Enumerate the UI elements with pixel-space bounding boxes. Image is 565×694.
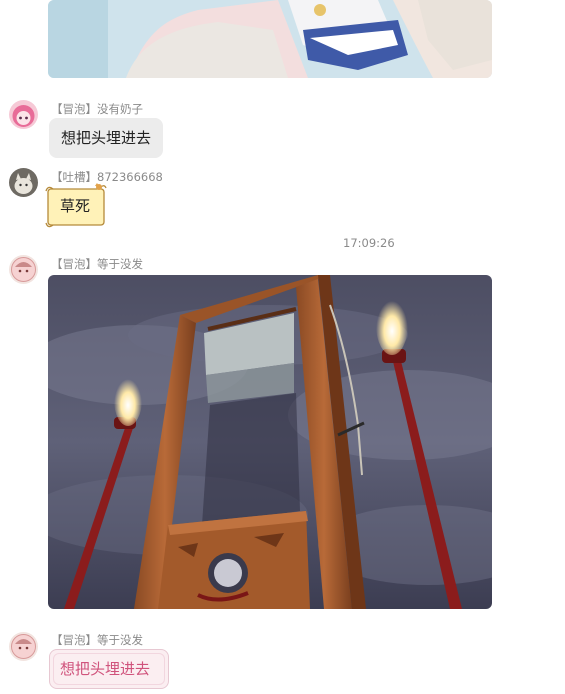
chat-image-guillotine[interactable] <box>48 275 492 609</box>
sender-line: 【冒泡】等于没发 <box>51 256 143 272</box>
message-bubble[interactable]: 想把头埋进去 <box>49 118 164 158</box>
sender-line: 【冒泡】没有奶子 <box>51 101 143 117</box>
sender-name[interactable]: 等于没发 <box>97 257 143 271</box>
avatar[interactable] <box>9 255 38 284</box>
message-text: 想把头埋进去 <box>61 129 152 147</box>
round-anime-avatar <box>9 255 38 284</box>
sender-name[interactable]: 没有奶子 <box>97 102 143 116</box>
guillotine-with-torches-photo <box>48 275 492 609</box>
member-title: 【冒泡】 <box>51 257 97 271</box>
message-text: 想把头埋进去 <box>60 660 151 678</box>
avatar[interactable] <box>9 100 38 129</box>
pink-frame-message-bubble[interactable]: 想把头埋进去 <box>49 649 169 689</box>
sender-name[interactable]: 872366668 <box>97 170 163 184</box>
round-anime-avatar <box>9 632 38 661</box>
member-title: 【吐槽】 <box>51 170 97 184</box>
avatar[interactable] <box>9 632 38 661</box>
message-timestamp: 17:09:26 <box>343 236 395 250</box>
cat-avatar <box>9 168 38 197</box>
member-title: 【冒泡】 <box>51 102 97 116</box>
sender-name[interactable]: 等于没发 <box>97 633 143 647</box>
pink-haired-anime-avatar <box>9 100 38 129</box>
message-text: 草死 <box>60 197 91 215</box>
anime-illustration-partial <box>48 0 492 78</box>
scroll-message-bubble[interactable]: 草死 <box>44 183 108 229</box>
chat-image-anime[interactable] <box>48 0 492 78</box>
member-title: 【冒泡】 <box>51 633 97 647</box>
avatar[interactable] <box>9 168 38 197</box>
sender-line: 【冒泡】等于没发 <box>51 632 143 648</box>
